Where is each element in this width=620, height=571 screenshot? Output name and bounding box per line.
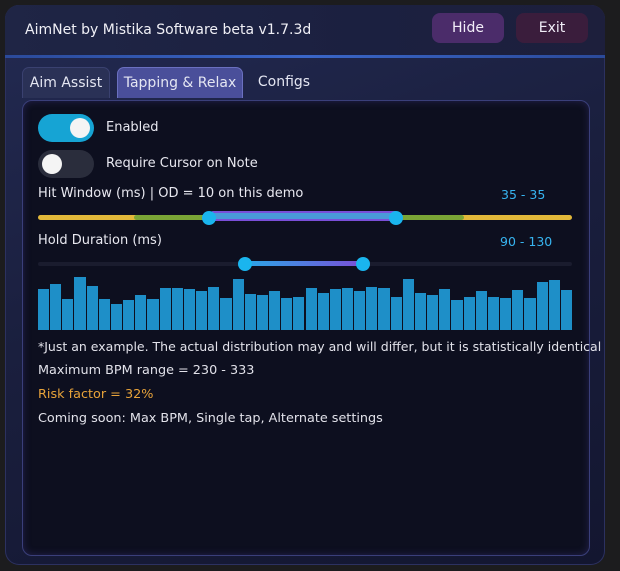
tapping-relax-panel: Enabled Require Cursor on Note Hit Windo… [22,100,601,556]
histogram-bar [487,297,500,330]
app-window: AimNet by Mistika Software beta v1.7.3d … [5,5,605,565]
require-cursor-label: Require Cursor on Note [106,156,258,171]
histogram-bar [269,291,281,330]
hold-duration-value: 90 - 130 [500,234,553,249]
hit-window-slider[interactable] [38,209,572,227]
histogram-bar [86,286,98,330]
histogram-bar [500,298,512,330]
histogram-bar [220,298,232,330]
hide-button[interactable]: Hide [432,13,504,43]
histogram-bar [524,298,536,330]
coming-soon-text: Coming soon: Max BPM, Single tap, Altern… [38,411,383,426]
histogram-bar [147,299,159,330]
histogram-bar [536,282,548,330]
tab-tapping-relax[interactable]: Tapping & Relax [117,67,243,98]
distribution-histogram [38,276,572,330]
histogram-bar [135,295,147,330]
hold-duration-selected-range [245,261,363,266]
histogram-bar [354,291,366,330]
distribution-disclaimer: *Just an example. The actual distributio… [38,339,602,354]
histogram-bar [171,288,183,330]
histogram-bar [50,284,62,330]
histogram-bar [196,291,208,330]
hold-duration-min-thumb[interactable] [238,257,252,271]
histogram-bar [62,299,74,330]
hold-duration-slider[interactable] [38,255,572,273]
histogram-bar [244,294,256,330]
hit-window-selected-range [210,211,398,221]
histogram-bar [110,304,123,330]
histogram-bar [98,299,110,330]
histogram-bar [560,290,572,330]
histogram-bar [475,291,487,330]
histogram-bar [305,288,317,330]
toggle-knob [42,154,62,174]
histogram-bar [281,298,293,330]
tab-configs[interactable]: Configs [250,67,318,97]
histogram-bar [74,277,86,330]
histogram-bar [208,287,220,330]
hold-duration-label: Hold Duration (ms) [38,233,162,248]
histogram-bar [232,279,244,330]
histogram-bar [159,288,171,330]
histogram-bar [402,279,414,330]
histogram-bar [463,297,475,330]
title-bar: AimNet by Mistika Software beta v1.7.3d … [5,5,605,55]
hit-window-min-thumb[interactable] [202,211,216,225]
histogram-bar [123,300,135,330]
histogram-bar [366,287,378,330]
toggle-knob [70,118,90,138]
histogram-bar [439,289,451,330]
histogram-bar [341,288,354,330]
histogram-bar [329,289,341,330]
hold-duration-max-thumb[interactable] [356,257,370,271]
bpm-range-text: Maximum BPM range = 230 - 333 [38,363,255,378]
histogram-bar [293,297,305,330]
exit-button[interactable]: Exit [516,13,588,43]
histogram-bar [427,295,439,330]
tab-aim-assist[interactable]: Aim Assist [22,67,110,98]
histogram-bar [183,289,196,330]
enabled-toggle[interactable] [38,114,94,142]
window-title: AimNet by Mistika Software beta v1.7.3d [25,22,312,38]
histogram-bar [390,297,402,330]
enabled-label: Enabled [106,120,159,135]
histogram-bar [317,293,329,330]
histogram-bar [414,293,427,330]
histogram-bar [548,280,560,330]
histogram-bar [38,289,50,330]
require-cursor-toggle[interactable] [38,150,94,178]
histogram-bar [512,290,524,330]
hit-window-label: Hit Window (ms) | OD = 10 on this demo [38,186,304,201]
risk-factor-text: Risk factor = 32% [38,387,154,402]
histogram-bar [378,288,390,330]
histogram-bar [256,295,269,330]
title-divider [5,55,605,58]
hit-window-max-thumb[interactable] [389,211,403,225]
histogram-bar [451,300,463,330]
hit-window-value: 35 - 35 [501,187,546,202]
